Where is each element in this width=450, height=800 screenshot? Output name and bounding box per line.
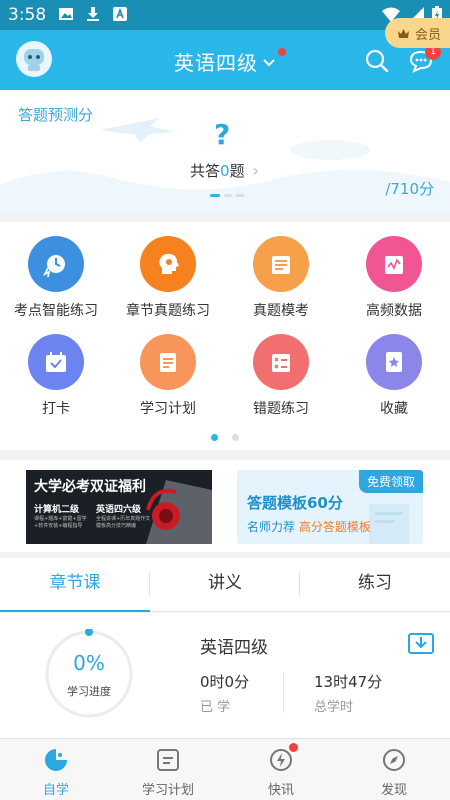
function-grid: 考点智能练习 章节真题练习 真题模考 高频数据打卡 学习计划 错题练习 收藏 [0,222,450,450]
folder-document-icon [253,236,309,292]
score-prediction-card[interactable]: 答题预测分 ? 共答 0 题 › /710分 [0,90,450,212]
banner-item-english: 英语四六级 [96,505,142,515]
head-gear-icon [140,236,196,292]
grid-item-label: 真题模考 [253,303,309,319]
learned-time-label: 已 学 [200,700,231,715]
crown-icon [398,28,409,38]
total-time-label: 总学时 [314,700,354,715]
nav-discover[interactable]: 发现 [338,739,450,800]
total-time: 13时47分 总学时 [314,671,382,715]
grid-item-wrong-questions[interactable]: 错题练习 [225,334,337,418]
exam-selector[interactable]: 英语四级 [174,47,286,76]
status-time: 3:58 [8,5,47,25]
image-notification-icon [59,8,73,20]
promo-banner-template[interactable]: 免费领取 答题模板60分 名师力荐 高分答题模板 [237,470,423,544]
prediction-question-mark: ? [214,118,231,151]
progress-ring: 0% 学习进度 [44,629,134,719]
clock-lightning-icon [28,236,84,292]
nav-self-study-label: 自学 [42,783,69,798]
answered-count-prefix: 共答 [190,162,221,180]
banner-item-computer: 计算机二级 [34,505,80,515]
search-icon[interactable] [364,48,390,74]
template-title: 答题模板60分 [247,494,343,512]
news-flash-badge [289,743,298,752]
exam-title: 英语四级 [174,51,258,75]
member-button[interactable]: 会员 [385,18,450,48]
grid-item-label: 收藏 [380,401,408,417]
app-header: 英语四级 [0,30,450,90]
banner-text-english: 全程讲课+历年真题作文模板高分技巧精编 [96,516,151,529]
answered-count-value: 0 [220,161,230,180]
star-book-icon [366,334,422,390]
nav-study-plan-label: 学习计划 [141,783,194,798]
banner-title: 大学必考双证福利 [34,479,146,495]
tab-handouts[interactable]: 讲义 [150,558,300,612]
course-tabs: 章节课 讲义 练习 [0,558,450,612]
chevron-down-icon [263,58,275,66]
study-plan-icon [157,749,179,771]
app-notification-icon [113,7,127,21]
nav-news-flash-label: 快讯 [267,783,294,798]
robot-avatar-icon [24,49,44,71]
learned-time: 0时0分 已 学 [200,671,249,715]
prediction-label: 答题预测分 [18,106,94,124]
learned-time-value: 0时0分 [200,673,250,691]
grid-item-high-freq-data[interactable]: 高频数据 [338,236,450,320]
promo-banners: 大学必考双证福利 计算机二级 英语四六级 课程+题库+富键+留学+软件安装+编程… [0,460,450,552]
progress-percent: 0% [73,651,105,675]
tab-practice[interactable]: 练习 [300,558,450,612]
compass-icon [383,749,405,771]
tab-chapter-course[interactable]: 章节课 [0,558,150,612]
nav-self-study[interactable]: 自学 [0,739,112,800]
course-name: 英语四级 [200,638,268,658]
promo-banner-certificates[interactable]: 大学必考双证福利 计算机二级 英语四六级 课程+题库+富键+留学+软件安装+编程… [26,470,212,544]
banner-text-computer: 课程+题库+富键+留学+软件安装+编程指导 [34,516,87,529]
total-time-value: 13时47分 [314,673,383,691]
chart-card-icon [366,236,422,292]
grid-item-chapter-practice[interactable]: 章节真题练习 [112,236,224,320]
nav-discover-label: 发现 [380,783,407,798]
wrong-list-icon [253,334,309,390]
grid-item-mock-exam[interactable]: 真题模考 [225,236,337,320]
tab-indicator [0,610,150,612]
download-icon [87,7,99,21]
grid-item-label: 考点智能练习 [14,303,98,319]
exam-selector-dot [278,48,286,56]
tab-divider [149,572,150,596]
predicted-score: /710分 [385,180,434,198]
stat-divider [283,673,284,713]
free-claim-tag: 免费领取 [358,470,423,493]
status-bar: 3:58 [0,0,450,30]
self-study-icon [45,749,67,771]
bottom-nav: 自学 学习计划 快讯 发现 [0,738,450,800]
answered-count[interactable]: 共答 0 题 › [190,160,259,181]
avatar[interactable] [16,41,52,77]
carousel-dots [210,194,244,197]
grid-item-label: 高频数据 [366,303,422,319]
grid-item-smart-practice[interactable]: 考点智能练习 [0,236,112,320]
member-label: 会员 [415,27,442,43]
template-subtitle: 名师力荐 高分答题模板 [247,520,371,534]
progress-label: 学习进度 [67,685,111,698]
grid-item-label: 章节真题练习 [126,303,210,319]
study-progress: 0% 学习进度 英语四级 0时0分 已 学 13时47分 总学时 [0,613,450,738]
grid-item-check-in[interactable]: 打卡 [0,334,112,418]
plan-document-icon [140,334,196,390]
download-course-icon[interactable] [408,631,434,655]
calendar-check-icon [28,334,84,390]
nav-study-plan[interactable]: 学习计划 [112,739,224,800]
grid-item-label: 打卡 [42,401,70,417]
grid-item-favorites[interactable]: 收藏 [338,334,450,418]
chevron-right-icon: › [252,161,259,180]
grid-item-label: 学习计划 [140,401,196,417]
grid-item-label: 错题练习 [253,401,309,417]
answered-count-suffix: 题 [229,162,245,180]
grid-item-study-plan[interactable]: 学习计划 [112,334,224,418]
nav-news-flash[interactable]: 快讯 [225,739,337,800]
grid-page-dots [211,434,239,441]
tab-divider [299,572,300,596]
